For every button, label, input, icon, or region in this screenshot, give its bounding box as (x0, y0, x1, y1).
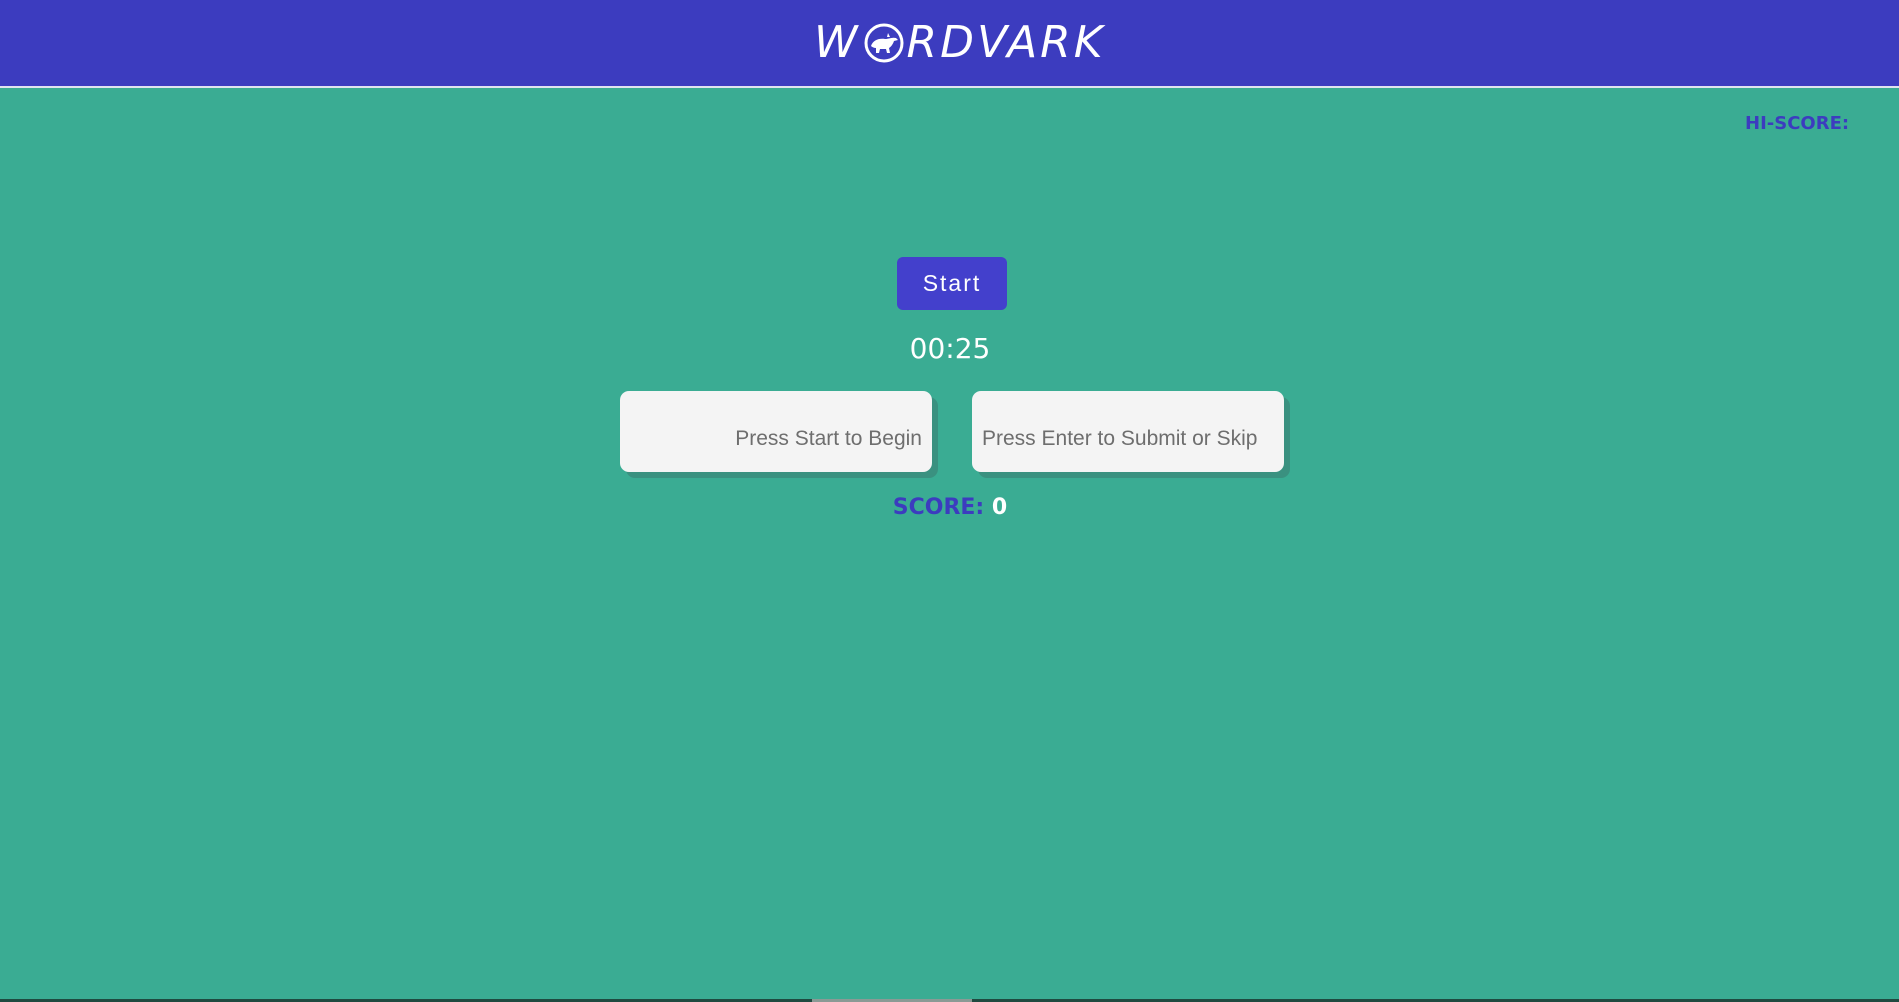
app-header: W RDVARK (0, 0, 1899, 88)
word-display-field[interactable] (620, 391, 932, 472)
start-button[interactable]: Start (897, 257, 1007, 310)
hi-score-label: HI-SCORE: (1745, 113, 1850, 134)
countdown-timer: 00:25 (909, 332, 991, 365)
wordvark-logo: W RDVARK (814, 18, 1106, 68)
score-display: SCORE: 0 (850, 495, 1050, 520)
logo-wordmark: W RDVARK (814, 18, 1106, 68)
logo-letters-end: RDVARK (906, 17, 1106, 68)
score-label: SCORE: (892, 495, 985, 520)
answer-input[interactable] (972, 391, 1284, 472)
logo-letters-start: W (814, 17, 861, 68)
aardvark-emblem-icon (864, 23, 904, 63)
score-value: 0 (991, 495, 1008, 520)
